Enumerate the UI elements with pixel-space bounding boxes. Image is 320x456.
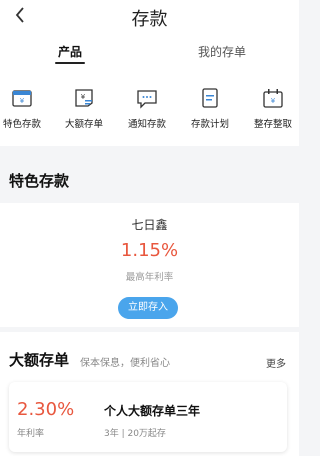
feature-label: 特色存款 — [2, 119, 41, 130]
tab-products[interactable]: 产品 — [55, 43, 86, 64]
large-deposit-icon: ¥ — [75, 89, 93, 107]
active-tab-indicator — [55, 62, 86, 64]
product-rate-label: 最高年利率 — [125, 272, 174, 283]
feature-fixed-deposit[interactable]: ¥ 整存整取 — [243, 86, 303, 130]
feature-special-deposit[interactable]: ¥ 特色存款 — [0, 86, 52, 130]
large-deposit-rate: 2.30% — [17, 399, 75, 420]
product-name: 七日鑫 — [131, 218, 168, 232]
tab-products-label: 产品 — [58, 45, 83, 59]
feature-label: 通知存款 — [127, 119, 166, 130]
svg-text:¥: ¥ — [81, 93, 86, 101]
large-deposit-rate-label: 年利率 — [17, 429, 45, 439]
feature-label: 整存整取 — [253, 119, 292, 130]
feature-label: 大额存单 — [64, 119, 103, 130]
svg-text:¥: ¥ — [271, 97, 276, 105]
large-deposit-card[interactable]: 2.30% 年利率 个人大额存单三年 3年 | 20万起存 — [9, 382, 287, 452]
plan-icon — [202, 88, 218, 108]
feature-deposit-plan[interactable]: 存款计划 — [180, 86, 240, 130]
deposit-card-icon: ¥ — [12, 90, 32, 107]
large-deposit-section: 大额存单 保本保息，便利省心 更多 2.30% 年利率 个人大额存单三年 3年 … — [0, 332, 299, 456]
feature-grid: ¥ 特色存款 ¥ 大额存单 通知存款 存款计划 ¥ 整存整取 — [0, 70, 299, 146]
large-deposit-subtitle: 保本保息，便利省心 — [80, 358, 170, 369]
message-icon — [137, 90, 157, 109]
special-section-title: 特色存款 — [9, 172, 70, 190]
feature-notice-deposit[interactable]: 通知存款 — [117, 86, 177, 130]
special-product-card[interactable]: 七日鑫 1.15% 最高年利率 立即存入 — [0, 203, 299, 327]
nav-bar: 存款 — [0, 0, 299, 36]
product-rate: 1.15% — [120, 240, 179, 261]
large-deposit-section-title: 大额存单 — [9, 351, 70, 369]
svg-text:¥: ¥ — [20, 97, 25, 105]
more-link[interactable]: 更多 — [266, 355, 286, 370]
page-title: 存款 — [131, 9, 168, 30]
large-deposit-product-name: 个人大额存单三年 — [104, 404, 201, 418]
tab-my-deposits-label: 我的存单 — [198, 45, 247, 59]
feature-label: 存款计划 — [190, 119, 229, 130]
feature-large-deposit[interactable]: ¥ 大额存单 — [54, 86, 114, 130]
large-deposit-meta: 3年 | 20万起存 — [104, 429, 166, 439]
calendar-yen-icon: ¥ — [263, 89, 283, 108]
deposit-now-button[interactable]: 立即存入 — [118, 297, 178, 319]
tab-bar: 产品 我的存单 — [0, 36, 299, 70]
tab-my-deposits[interactable]: 我的存单 — [198, 43, 246, 60]
